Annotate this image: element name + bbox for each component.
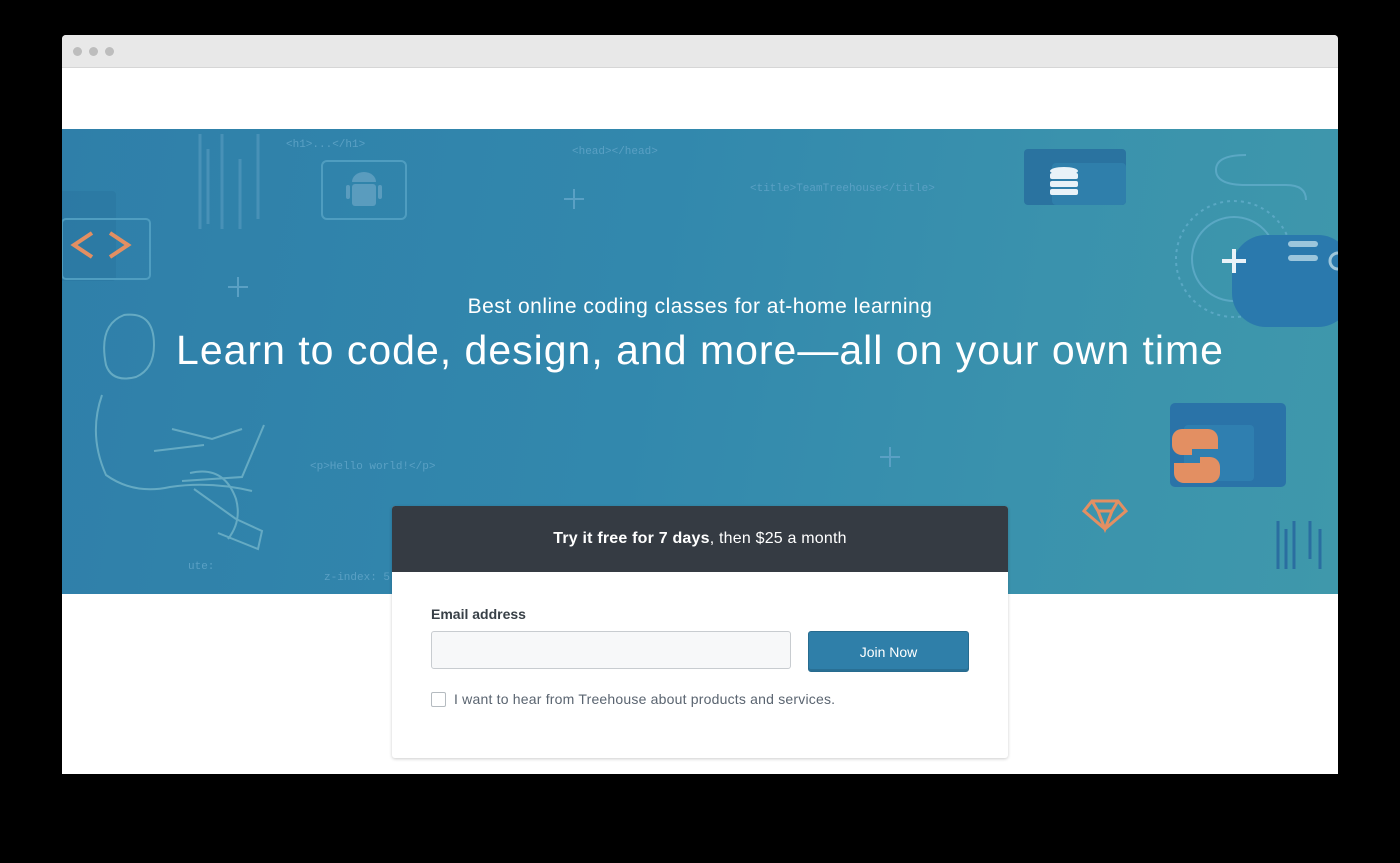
android-icon xyxy=(346,172,382,206)
code-snippet-title: <title>TeamTreehouse</title> xyxy=(750,183,935,195)
hero-subtitle: Best online coding classes for at-home l… xyxy=(467,295,933,318)
browser-window: <h1>...</h1> <head></head> <title>TeamTr… xyxy=(62,35,1338,774)
database-icon xyxy=(1050,167,1078,195)
hero-title: Learn to code, design, and more—all on y… xyxy=(176,327,1224,373)
trial-banner-bold: Try it free for 7 days xyxy=(553,530,710,547)
window-maximize-dot[interactable] xyxy=(105,47,114,56)
signup-card: Try it free for 7 days, then $25 a month… xyxy=(392,506,1008,758)
code-snippet-ute: ute: xyxy=(188,561,214,573)
ruby-gem-icon xyxy=(1081,499,1129,534)
trial-banner-rest: , then $25 a month xyxy=(709,530,847,547)
trial-banner: Try it free for 7 days, then $25 a month xyxy=(392,506,1008,572)
code-snippet-head: <head></head> xyxy=(572,146,658,158)
code-snippet-zindex: z-index: 5 xyxy=(324,572,390,584)
bar-lines-right xyxy=(1276,521,1322,569)
join-now-button[interactable]: Join Now xyxy=(808,631,969,672)
optin-label[interactable]: I want to hear from Treehouse about prod… xyxy=(454,691,835,707)
window-minimize-dot[interactable] xyxy=(89,47,98,56)
code-snippet-p: <p>Hello world!</p> xyxy=(310,461,435,473)
window-close-dot[interactable] xyxy=(73,47,82,56)
email-label: Email address xyxy=(431,606,526,622)
optin-checkbox[interactable] xyxy=(431,691,446,707)
optin-row: I want to hear from Treehouse about prod… xyxy=(431,691,835,707)
site-navbar xyxy=(62,68,1338,129)
code-snippet-h1: <h1>...</h1> xyxy=(286,139,365,151)
browser-titlebar xyxy=(62,35,1338,68)
bar-lines-left xyxy=(198,134,260,229)
email-input[interactable] xyxy=(431,631,791,669)
